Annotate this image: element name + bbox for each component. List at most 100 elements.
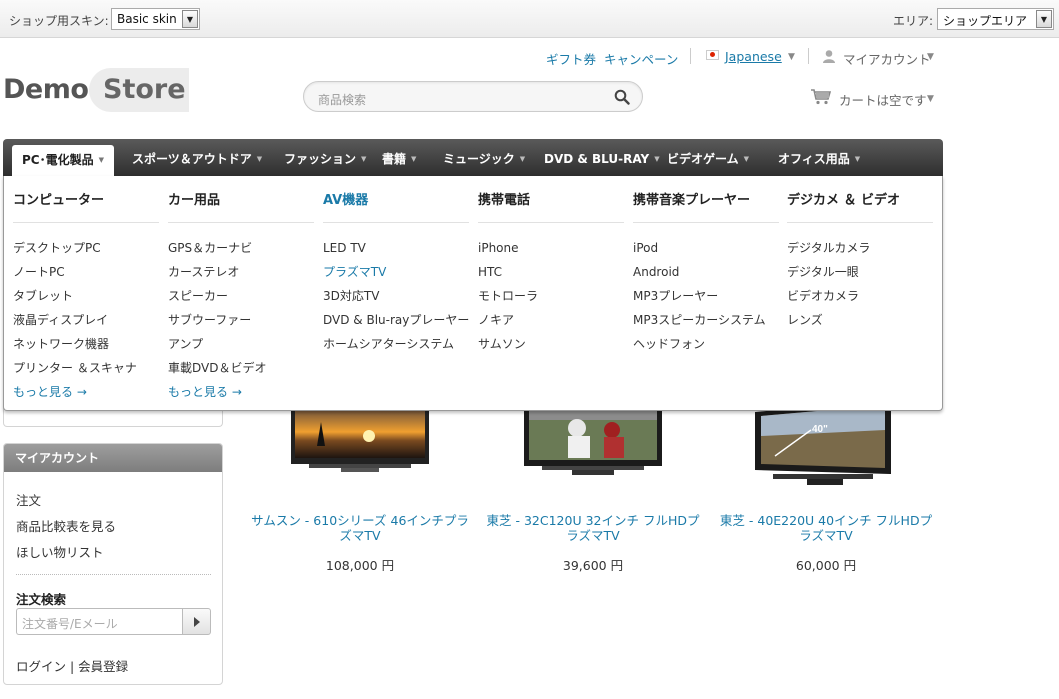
menu-item[interactable]: Android [633, 260, 779, 284]
menu-column-title[interactable]: デジカメ ＆ ビデオ [787, 176, 933, 223]
my-account-box: マイアカウント 注文 商品比較表を見る ほしい物リスト 注文検索 注文番号/Eメ… [3, 443, 223, 685]
size-badge: 40" [812, 424, 828, 435]
menu-item[interactable]: タブレット [13, 284, 159, 308]
more-link[interactable]: もっと見る → [13, 380, 159, 404]
menu-item[interactable]: ノートPC [13, 260, 159, 284]
menu-column-title[interactable]: 携帯電話 [478, 176, 624, 223]
menu-column-title[interactable]: カー用品 [168, 176, 314, 223]
menu-item[interactable]: DVD & Blu-rayプレーヤー [323, 308, 469, 332]
nav-item-music[interactable]: ミュージック ▼ [443, 139, 525, 176]
nav-item-sports-outdoor[interactable]: スポーツ＆アウトドア ▼ [132, 139, 262, 176]
gift-card-link[interactable]: ギフト券 [546, 49, 596, 68]
menu-item[interactable]: プリンター ＆スキャナ [13, 356, 159, 380]
cart-summary[interactable]: カートは空です [839, 90, 927, 109]
mega-menu: コンピューター デスクトップPC ノートPC タブレット 液晶ディスプレイ ネッ… [3, 176, 943, 411]
logo-demo-text: Demo [3, 74, 89, 105]
user-icon [823, 50, 835, 63]
product-image[interactable]: 40" [715, 400, 937, 495]
menu-item[interactable]: MP3プレーヤー [633, 284, 779, 308]
product-card[interactable]: 40" 東芝 - 40E220U 40インチ フルHDプラズマTV 60,000… [715, 400, 937, 574]
menu-item[interactable]: LED TV [323, 236, 469, 260]
menu-item[interactable]: カーステレオ [168, 260, 314, 284]
menu-item[interactable]: プラズマTV [323, 260, 469, 284]
product-image[interactable] [249, 400, 471, 495]
menu-item[interactable]: デジタルカメラ [787, 236, 933, 260]
order-search-input[interactable]: 注文番号/Eメール [16, 608, 182, 635]
menu-item[interactable]: ヘッドフォン [633, 332, 779, 356]
nav-item-fashion[interactable]: ファッション ▼ [284, 139, 366, 176]
product-card[interactable]: サムスン - 610シリーズ 46インチプラズマTV 108,000 円 [249, 400, 471, 574]
divider [16, 574, 211, 575]
menu-item[interactable]: ビデオカメラ [787, 284, 933, 308]
menu-item[interactable]: スピーカー [168, 284, 314, 308]
menu-column-mobile: 携帯電話 iPhone HTC モトローラ ノキア サムソン [478, 176, 624, 356]
product-name[interactable]: サムスン - 610シリーズ 46インチプラズマTV [249, 513, 471, 543]
nav-item-dvd-bluray[interactable]: DVD & BLU-RAY ▼ [544, 139, 660, 176]
chevron-down-icon: ▼ [854, 155, 861, 163]
menu-item[interactable]: 液晶ディスプレイ [13, 308, 159, 332]
menu-item[interactable]: レンズ [787, 308, 933, 332]
main-nav: PC･電化製品 ▼ スポーツ＆アウトドア ▼ ファッション ▼ 書籍 ▼ ミュージック ▼… [3, 139, 943, 176]
menu-column-title[interactable]: コンピューター [13, 176, 159, 223]
menu-item[interactable]: 車載DVD＆ビデオ [168, 356, 314, 380]
more-link[interactable]: もっと見る → [168, 380, 314, 404]
search-box[interactable]: 商品検索 [303, 81, 643, 112]
menu-item[interactable]: モトローラ [478, 284, 624, 308]
divider [690, 48, 691, 64]
login-register-link[interactable]: ログイン | 会員登録 [16, 656, 128, 675]
search-input[interactable]: 商品検索 [318, 91, 366, 108]
campaign-link[interactable]: キャンペーン [604, 49, 678, 68]
chevron-down-icon: ▼ [182, 10, 198, 28]
compare-link[interactable]: 商品比較表を見る [16, 516, 116, 535]
menu-item[interactable]: デジタル一眼 [787, 260, 933, 284]
nav-item-office[interactable]: オフィス用品 ▼ [778, 139, 860, 176]
chevron-down-icon: ▼ [654, 155, 660, 163]
menu-item[interactable]: iPhone [478, 236, 624, 260]
menu-item[interactable]: ノキア [478, 308, 624, 332]
chevron-down-icon: ▼ [788, 52, 795, 62]
menu-item[interactable]: アンプ [168, 332, 314, 356]
area-select[interactable]: ショップエリア ▼ [937, 8, 1054, 30]
wishlist-link[interactable]: ほしい物リスト [16, 542, 104, 561]
logo[interactable]: Demo Store [3, 68, 193, 112]
divider [808, 48, 809, 64]
menu-column-title[interactable]: AV機器 [323, 176, 469, 223]
chevron-down-icon: ▼ [927, 52, 934, 62]
order-search-button[interactable] [182, 608, 211, 635]
menu-item[interactable]: ネットワーク機器 [13, 332, 159, 356]
menu-item[interactable]: サブウーファー [168, 308, 314, 332]
skin-select[interactable]: Basic skin ▼ [111, 8, 200, 30]
my-account-title: マイアカウント [4, 444, 222, 472]
chevron-down-icon: ▼ [256, 155, 263, 163]
menu-item[interactable]: iPod [633, 236, 779, 260]
my-account-menu[interactable]: マイアカウント [843, 49, 931, 68]
product-name[interactable]: 東芝 - 40E220U 40インチ フルHDプラズマTV [715, 513, 937, 543]
admin-bar: ショップ用スキン: Basic skin ▼ エリア: ショップエリア ▼ [0, 0, 1059, 38]
nav-item-video-games[interactable]: ビデオゲーム ▼ [667, 139, 749, 176]
menu-item[interactable]: MP3スピーカーシステム [633, 308, 779, 332]
menu-item[interactable]: ホームシアターシステム [323, 332, 469, 356]
menu-item[interactable]: GPS＆カーナビ [168, 236, 314, 260]
search-icon[interactable] [614, 89, 630, 105]
menu-column-computers: コンピューター デスクトップPC ノートPC タブレット 液晶ディスプレイ ネッ… [13, 176, 159, 404]
nav-item-books[interactable]: 書籍 ▼ [382, 139, 416, 176]
chevron-down-icon: ▼ [361, 155, 367, 163]
menu-item[interactable]: 3D対応TV [323, 284, 469, 308]
chevron-down-icon: ▼ [1036, 10, 1052, 28]
menu-item[interactable]: サムソン [478, 332, 624, 356]
product-card[interactable]: 東芝 - 32C120U 32インチ フルHDプラズマTV 39,600 円 [482, 400, 704, 574]
cart-icon [811, 89, 832, 105]
chevron-down-icon: ▼ [411, 155, 417, 163]
chevron-down-icon: ▼ [519, 155, 526, 163]
product-price: 108,000 円 [325, 558, 395, 573]
menu-column-title[interactable]: 携帯音楽プレーヤー [633, 176, 779, 223]
menu-item[interactable]: HTC [478, 260, 624, 284]
language-selector[interactable]: Japanese [725, 49, 782, 64]
product-name[interactable]: 東芝 - 32C120U 32インチ フルHDプラズマTV [482, 513, 704, 543]
orders-link[interactable]: 注文 [16, 490, 41, 509]
product-price: 60,000 円 [795, 558, 857, 573]
nav-item-pc-electronics[interactable]: PC･電化製品 ▼ [12, 145, 114, 176]
area-label: エリア: [893, 14, 934, 28]
product-image[interactable] [482, 400, 704, 495]
menu-item[interactable]: デスクトップPC [13, 236, 159, 260]
